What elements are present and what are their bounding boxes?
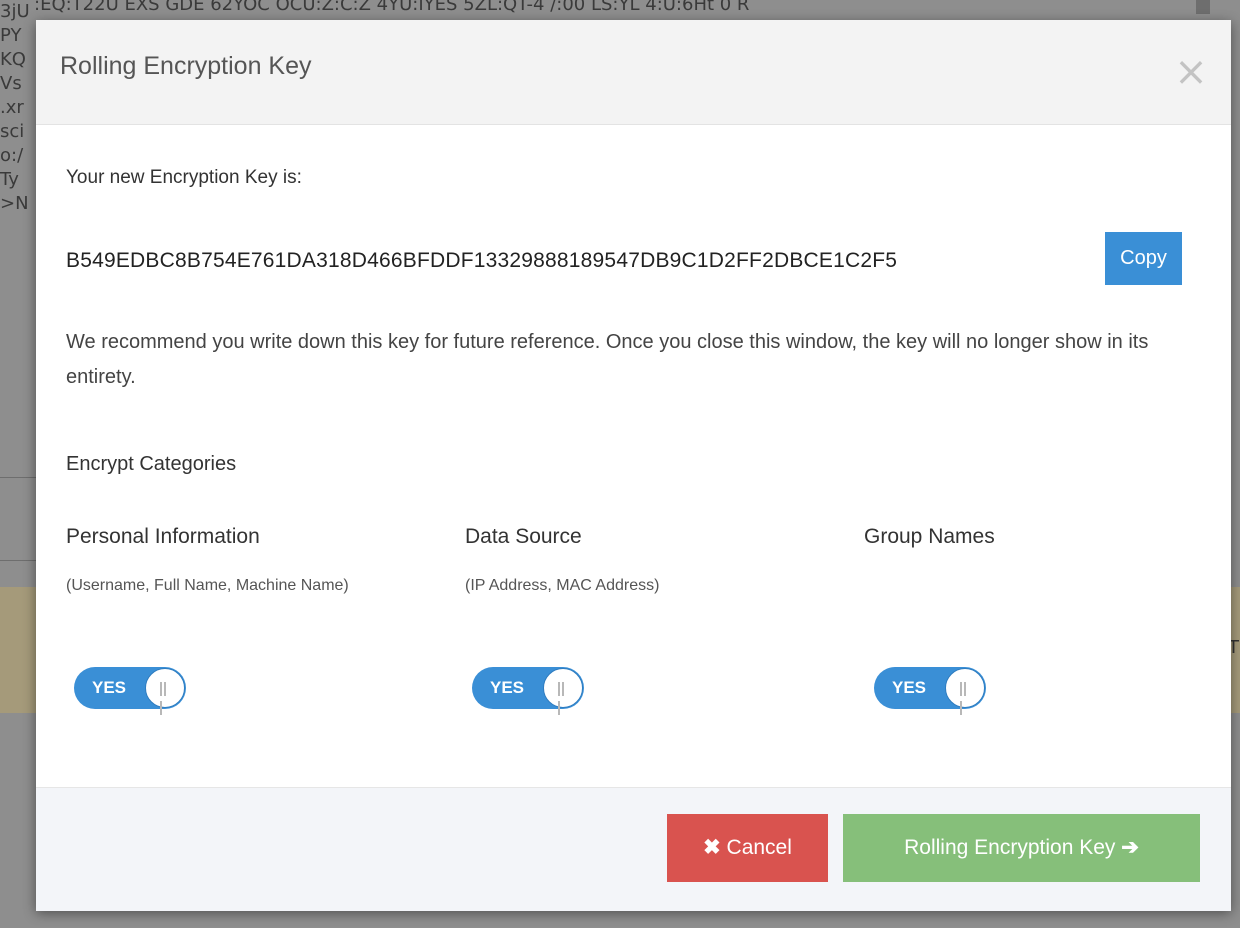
- rolling-key-confirm-button[interactable]: Rolling Encryption Key ➔: [843, 814, 1200, 882]
- toggle-knob[interactable]: [145, 668, 185, 715]
- dialog-header: Rolling Encryption Key ×: [36, 20, 1231, 125]
- encryption-key-value: B549EDBC8B754E761DA318D466BFDDF133298881…: [66, 249, 898, 272]
- grip-icon: [160, 681, 170, 715]
- close-button[interactable]: ×: [1173, 50, 1209, 94]
- cancel-button[interactable]: ✖ Cancel: [667, 814, 828, 882]
- encrypt-categories-heading: Encrypt Categories: [66, 453, 237, 475]
- background-text-column: 3jU PY KQ Vs .xr sci o:/ Ty >N: [0, 0, 34, 216]
- background-fragment: sci: [0, 121, 25, 142]
- background-fragment: PY: [0, 25, 22, 46]
- toggle-knob[interactable]: [543, 668, 583, 715]
- recommendation-text: We recommend you write down this key for…: [66, 331, 1149, 388]
- category-data-source: Data Source (IP Address, MAC Address): [465, 525, 825, 601]
- data-source-toggle[interactable]: YES: [472, 667, 584, 715]
- category-personal-information: Personal Information (Username, Full Nam…: [66, 525, 426, 601]
- rolling-key-dialog: Rolling Encryption Key × Your new Encryp…: [36, 20, 1231, 911]
- background-fragment: >N: [0, 193, 29, 214]
- background-fragment: o:/: [0, 145, 24, 166]
- dialog-body: Your new Encryption Key is: B549EDBC8B75…: [36, 125, 1231, 787]
- category-title: Group Names: [864, 525, 995, 548]
- toggle-label: YES: [92, 678, 127, 697]
- background-fragment: Vs: [0, 73, 22, 94]
- toggle-label: YES: [490, 678, 525, 697]
- category-title: Data Source: [465, 525, 582, 548]
- group-names-toggle[interactable]: YES: [874, 667, 986, 715]
- category-group-names: Group Names: [864, 525, 1224, 571]
- toggle-knob[interactable]: [945, 668, 985, 715]
- background-banner: [0, 587, 40, 713]
- background-fragment: Ty: [0, 169, 19, 190]
- key-intro-text: Your new Encryption Key is:: [66, 167, 302, 188]
- category-description: (IP Address, MAC Address): [465, 577, 660, 594]
- dialog-footer: ✖ Cancel Rolling Encryption Key ➔: [36, 787, 1231, 911]
- background-fragment: KQ: [0, 49, 26, 70]
- background-scrollbar: [1196, 0, 1210, 14]
- background-divider: [0, 560, 40, 561]
- background-fragment: .xr: [0, 97, 24, 118]
- confirm-label: Rolling Encryption Key: [904, 836, 1116, 859]
- grip-icon: [558, 681, 568, 715]
- dialog-title: Rolling Encryption Key: [60, 52, 312, 80]
- grip-icon: [960, 681, 970, 715]
- category-title: Personal Information: [66, 525, 260, 548]
- personal-information-toggle[interactable]: YES: [74, 667, 186, 715]
- background-fragment: 3jU: [0, 1, 30, 22]
- close-icon[interactable]: ×: [1174, 49, 1208, 95]
- arrow-right-icon: ➔: [1121, 836, 1139, 859]
- cancel-label: Cancel: [726, 836, 792, 859]
- category-description: (Username, Full Name, Machine Name): [66, 577, 349, 594]
- background-text-line: :EQ:T22U EXS GDE 62YOC OCU:Z:C:Z 4YU:IYE…: [34, 0, 750, 15]
- times-icon: ✖: [703, 836, 721, 859]
- toggle-label: YES: [892, 678, 927, 697]
- copy-button[interactable]: Copy: [1105, 232, 1182, 285]
- background-divider: [0, 477, 40, 478]
